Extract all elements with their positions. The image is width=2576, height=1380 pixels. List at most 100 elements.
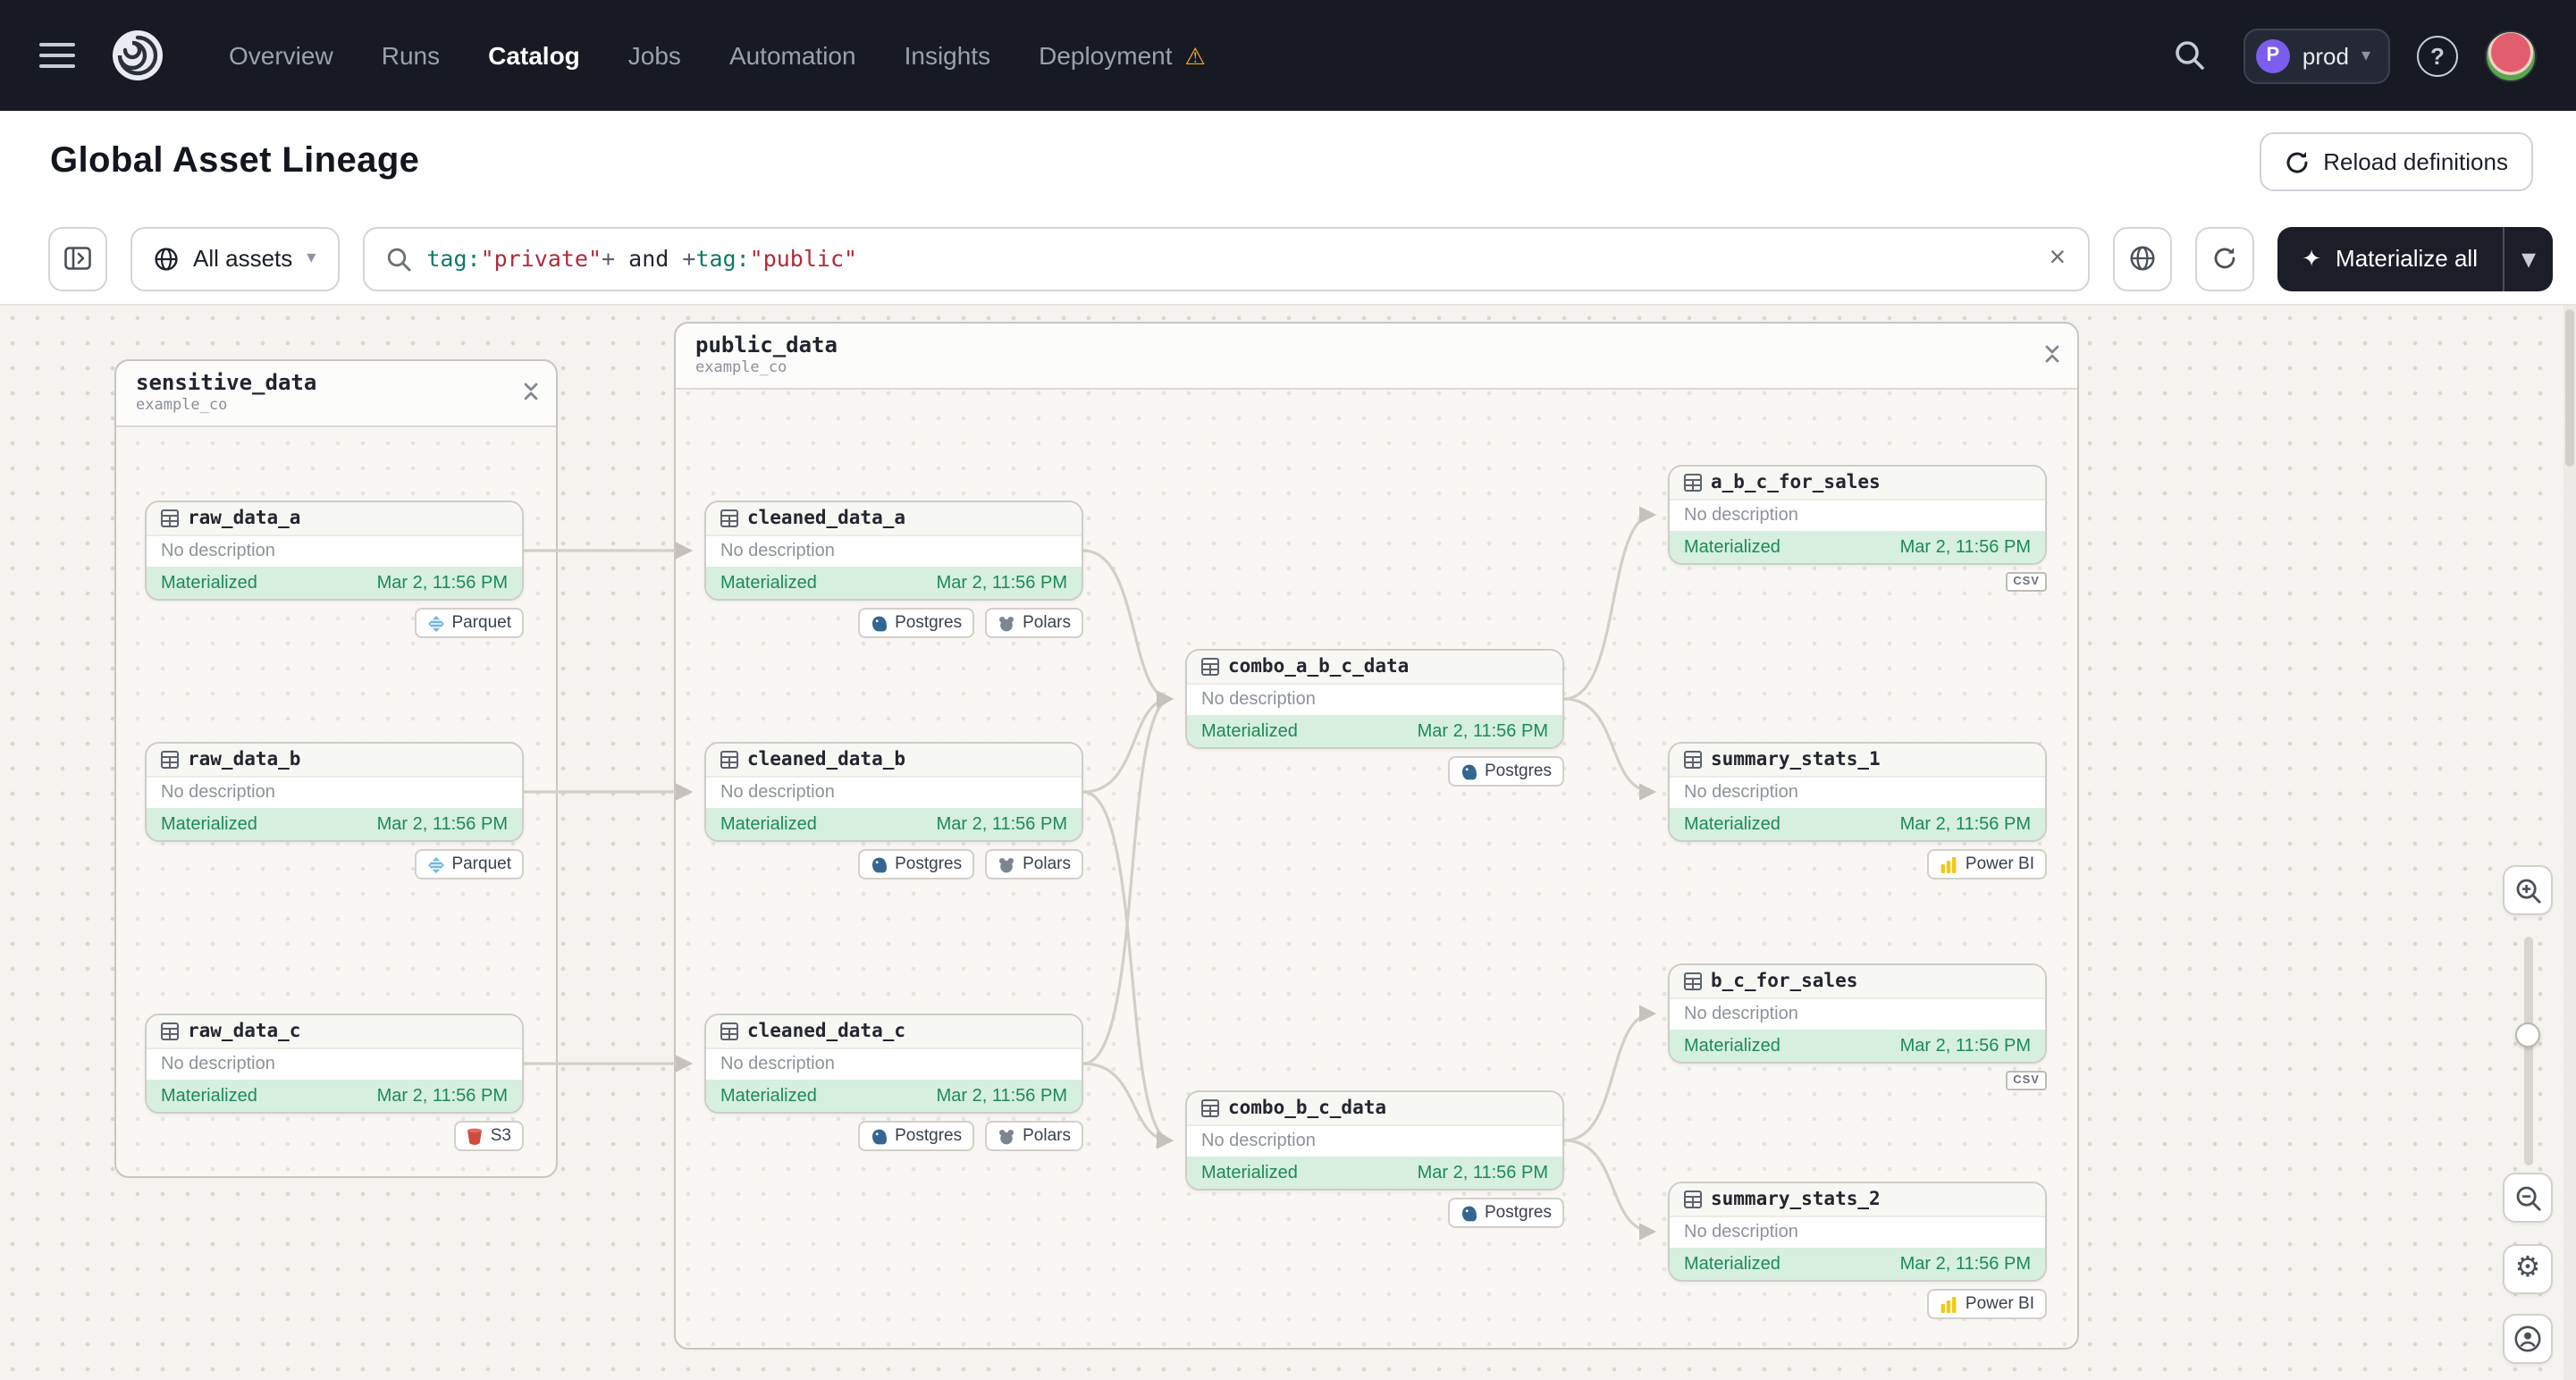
table-icon	[1684, 751, 1702, 769]
nav-item-runs[interactable]: Runs	[382, 41, 440, 70]
tag-postgres[interactable]: Postgres	[857, 1121, 975, 1151]
avatar[interactable]	[2485, 29, 2537, 81]
csv-file-icon: CSV	[2006, 572, 2047, 592]
nav-item-insights[interactable]: Insights	[905, 41, 991, 70]
nav-item-deployment[interactable]: Deployment ⚠	[1039, 41, 1206, 70]
asset-description: No description	[1684, 506, 1798, 526]
asset-status: Materialized Mar 2, 11:56 PM	[147, 567, 522, 599]
warning-icon: ⚠	[1184, 42, 1206, 69]
globe-icon	[2129, 246, 2154, 271]
materialized-time: Mar 2, 11:56 PM	[936, 573, 1067, 593]
tag-polars[interactable]: Polars	[985, 849, 1083, 879]
menu-icon[interactable]	[39, 43, 75, 68]
tag-polars[interactable]: Polars	[985, 608, 1083, 638]
group-header[interactable]: public_data example_co	[676, 324, 2077, 390]
materialized-time: Mar 2, 11:56 PM	[376, 814, 508, 834]
asset-tags: CSV	[1668, 1071, 2047, 1090]
materialized-label: Materialized	[161, 1086, 257, 1106]
asset-name: summary_stats_1	[1711, 749, 1881, 770]
tag-power-bi[interactable]: Power BI	[1927, 1289, 2047, 1319]
nav-item-jobs[interactable]: Jobs	[628, 41, 681, 70]
materialize-options-button[interactable]: ▾	[2504, 226, 2553, 290]
scrollbar-thumb[interactable]	[2565, 309, 2574, 467]
tag-parquet[interactable]: Parquet	[414, 849, 524, 879]
clear-filter-icon[interactable]: ×	[2050, 243, 2067, 273]
collapse-group-icon[interactable]	[2043, 340, 2061, 372]
zoom-in-icon	[2515, 878, 2540, 903]
asset-description: No description	[720, 542, 835, 561]
asset-node-raw-data-b[interactable]: raw_data_b No description Materialized M…	[145, 742, 524, 842]
dagster-logo-icon[interactable]	[111, 29, 164, 82]
tag-postgres[interactable]: Postgres	[1447, 1198, 1564, 1228]
materialize-all-button[interactable]: ✦ Materialize all	[2277, 226, 2503, 290]
asset-status: Materialized Mar 2, 11:56 PM	[706, 808, 1082, 840]
graph-settings-button[interactable]: ⚙	[2503, 1244, 2553, 1294]
tag-power-bi[interactable]: Power BI	[1927, 849, 2047, 879]
vertical-scrollbar[interactable]	[2563, 306, 2576, 1380]
dagster-app: Overview Runs Catalog Jobs Automation In…	[0, 0, 2576, 1380]
asset-node-summary-stats-1[interactable]: summary_stats_1 No description Materiali…	[1668, 742, 2047, 842]
group-header[interactable]: sensitive_data example_co	[116, 361, 556, 427]
zoom-slider[interactable]	[2503, 937, 2553, 1165]
tag-polars[interactable]: Polars	[985, 1121, 1083, 1151]
materialized-label: Materialized	[1684, 537, 1780, 557]
asset-node-combo-a-b-c-data[interactable]: combo_a_b_c_data No description Material…	[1185, 649, 1564, 749]
zoom-slider-track[interactable]	[2523, 937, 2532, 1165]
help-icon[interactable]: ?	[2417, 35, 2458, 76]
postgres-icon	[871, 856, 887, 872]
search-icon	[387, 247, 410, 271]
filter-query: tag:"private"+ and +tag:"public"	[426, 245, 858, 272]
toolbar: All assets ▾ tag:"private"+ and +tag:"pu…	[0, 213, 2576, 306]
table-icon	[1684, 972, 1702, 990]
materialized-label: Materialized	[161, 814, 257, 834]
postgres-icon	[1461, 763, 1476, 779]
panel-toggle-button[interactable]	[48, 226, 107, 290]
user-button[interactable]	[2503, 1314, 2553, 1364]
zoom-slider-knob[interactable]	[2515, 1022, 2540, 1048]
nav-item-overview[interactable]: Overview	[229, 41, 333, 70]
asset-node-cleaned-data-a[interactable]: cleaned_data_a No description Materializ…	[704, 501, 1083, 601]
parquet-icon	[427, 615, 444, 631]
collapse-group-icon[interactable]	[522, 377, 540, 409]
reload-definitions-button[interactable]: Reload definitions	[2259, 132, 2533, 191]
asset-description: No description	[1201, 690, 1316, 710]
asset-node-a-b-c-for-sales[interactable]: a_b_c_for_sales No description Materiali…	[1668, 465, 2047, 565]
asset-name: combo_a_b_c_data	[1228, 656, 1410, 677]
nav-item-catalog[interactable]: Catalog	[488, 41, 580, 70]
zoom-in-button[interactable]	[2503, 865, 2553, 915]
asset-status: Materialized Mar 2, 11:56 PM	[147, 808, 522, 840]
power-bi-icon	[1941, 856, 1957, 872]
tag-s3[interactable]: S3	[454, 1121, 524, 1151]
asset-node-combo-b-c-data[interactable]: combo_b_c_data No description Materializ…	[1185, 1090, 1564, 1191]
lineage-canvas[interactable]: sensitive_data example_co public_data ex…	[0, 306, 2576, 1380]
asset-status: Materialized Mar 2, 11:56 PM	[1670, 531, 2045, 563]
asset-node-raw-data-a[interactable]: raw_data_a No description Materialized M…	[145, 501, 524, 601]
asset-node-b-c-for-sales[interactable]: b_c_for_sales No description Materialize…	[1668, 963, 2047, 1064]
tag-postgres[interactable]: Postgres	[857, 849, 975, 879]
tag-postgres[interactable]: Postgres	[1447, 756, 1564, 787]
asset-tags: Power BI	[1668, 1289, 2047, 1319]
globe-view-button[interactable]	[2112, 226, 2172, 290]
gear-icon: ⚙	[2514, 1253, 2541, 1283]
materialized-label: Materialized	[161, 573, 257, 593]
postgres-icon	[871, 615, 887, 631]
asset-description: No description	[161, 542, 275, 561]
asset-status: Materialized Mar 2, 11:56 PM	[706, 1080, 1082, 1112]
asset-node-summary-stats-2[interactable]: summary_stats_2 No description Materiali…	[1668, 1182, 2047, 1282]
asset-node-raw-data-c[interactable]: raw_data_c No description Materialized M…	[145, 1014, 524, 1114]
tag-postgres[interactable]: Postgres	[857, 608, 975, 638]
asset-filter-input[interactable]: tag:"private"+ and +tag:"public" ×	[362, 226, 2090, 290]
asset-node-cleaned-data-c[interactable]: cleaned_data_c No description Materializ…	[704, 1014, 1083, 1114]
asset-node-cleaned-data-b[interactable]: cleaned_data_b No description Materializ…	[704, 742, 1083, 842]
refresh-button[interactable]	[2194, 226, 2254, 290]
search-icon[interactable]	[2163, 29, 2217, 82]
nav-item-automation[interactable]: Automation	[729, 41, 856, 70]
deployment-switcher[interactable]: P prod ▾	[2243, 28, 2390, 83]
zoom-out-button[interactable]	[2503, 1173, 2553, 1223]
csv-file-icon: CSV	[2006, 1071, 2047, 1090]
asset-scope-dropdown[interactable]: All assets ▾	[130, 226, 340, 290]
polars-icon	[999, 1129, 1014, 1144]
asset-status: Materialized Mar 2, 11:56 PM	[1670, 1030, 2045, 1062]
tag-parquet[interactable]: Parquet	[414, 608, 524, 638]
user-icon	[2514, 1325, 2541, 1352]
